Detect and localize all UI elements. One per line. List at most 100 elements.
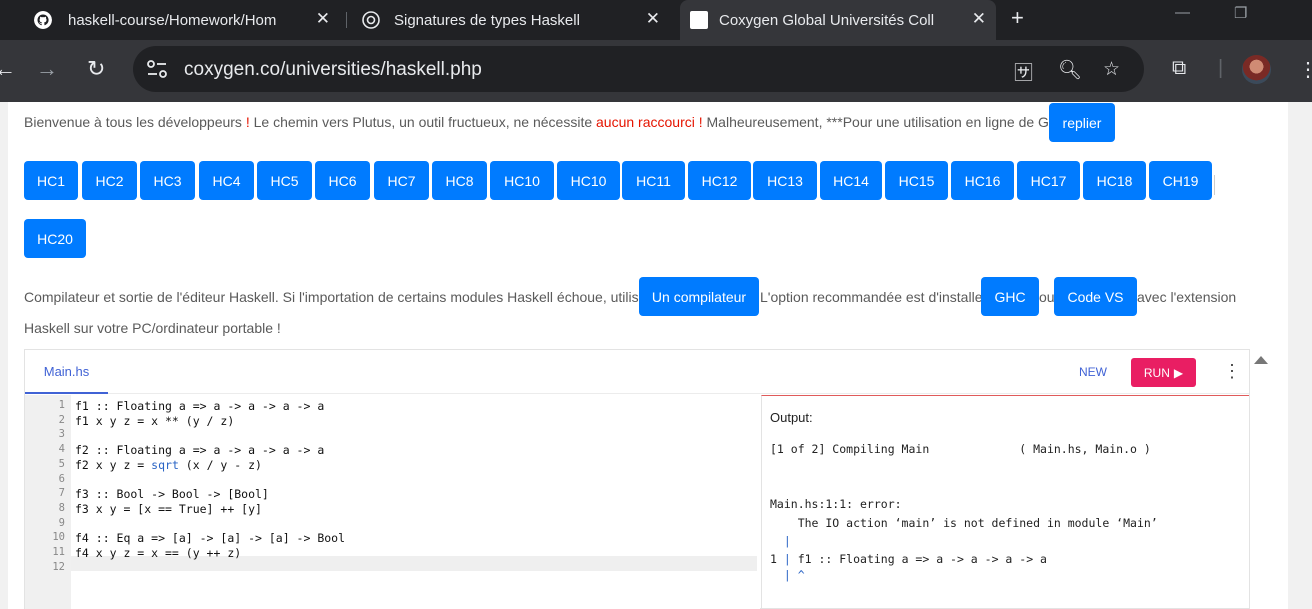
ghc-button[interactable]: GHC xyxy=(981,277,1039,316)
run-button[interactable]: RUN ▶ xyxy=(1131,358,1196,387)
line-number: 4 xyxy=(58,443,65,456)
line-number: 5 xyxy=(58,457,65,470)
intro-part3: Malheureusement, ***Pour une utilisation… xyxy=(702,114,1073,130)
line-number: 10 xyxy=(52,531,65,544)
line-number: 2 xyxy=(58,413,65,426)
scroll-up-arrow[interactable] xyxy=(1254,356,1268,364)
hc-button[interactable]: HC20 xyxy=(24,219,86,258)
new-button[interactable]: NEW xyxy=(1079,365,1107,379)
forward-icon[interactable]: → xyxy=(36,58,58,80)
hc-button[interactable]: CH19 xyxy=(1149,161,1212,200)
hc-button[interactable]: HC17 xyxy=(1017,161,1080,200)
browser-menu-icon[interactable]: ⋮ xyxy=(1298,57,1312,82)
avatar[interactable] xyxy=(1242,55,1271,84)
more-options-icon[interactable]: ⋮ xyxy=(1223,362,1241,380)
tab-chatgpt[interactable]: Signatures de types Haskell ✕ xyxy=(350,0,670,40)
play-icon: ▶ xyxy=(1173,365,1184,380)
browser-toolbar: ← → ↻ coxygen.co/universities/haskell.ph… xyxy=(0,40,1312,102)
tab-title: haskell-course/Homework/Hom xyxy=(68,11,277,29)
zoom-icon[interactable]: 🔍︎ xyxy=(1058,58,1082,82)
code-text: f4 x y z = x == (y ++ z) xyxy=(75,546,242,560)
hc-button[interactable]: HC16 xyxy=(951,161,1014,200)
hc-button[interactable]: HC7 xyxy=(374,161,429,200)
compiler-button[interactable]: Un compilateur xyxy=(639,277,759,316)
collapse-button[interactable]: replier xyxy=(1049,103,1115,142)
close-tab-icon[interactable]: ✕ xyxy=(646,9,660,29)
hc-button[interactable]: HC14 xyxy=(820,161,882,200)
line-number: 12 xyxy=(52,560,65,573)
compiler-info-text-4: avec l'extension xyxy=(1137,289,1236,305)
hc-button[interactable]: HC15 xyxy=(885,161,948,200)
maximize-icon[interactable]: ❐ xyxy=(1234,4,1247,22)
toolbar-divider: | xyxy=(1218,57,1224,79)
code-pane[interactable]: 1 f1 :: Floating a => a -> a -> a -> a 2 f1… xyxy=(25,395,760,609)
hc-button[interactable]: HC10 xyxy=(490,161,554,200)
hc-button[interactable]: HC12 xyxy=(688,161,751,200)
site-settings-icon[interactable] xyxy=(145,58,169,80)
tab-title: Coxygen Global Universités Coll xyxy=(719,11,935,29)
line-number: 7 xyxy=(58,487,65,500)
hc-button[interactable]: HC6 xyxy=(315,161,370,200)
code-text: f4 :: Eq a => [a] -> [a] -> [a] -> Bool xyxy=(75,531,346,546)
new-tab-button[interactable]: + xyxy=(1011,5,1024,31)
hc-button[interactable]: HC10 xyxy=(557,161,620,200)
editor-header: Main.hs NEW RUN ▶ ⋮ xyxy=(25,350,1249,394)
hc-button[interactable]: HC5 xyxy=(257,161,312,200)
output-caret-line: | ^ xyxy=(770,568,805,582)
output-pipe: | xyxy=(776,552,791,566)
code-text: f1 :: Floating a => a -> a -> a -> a xyxy=(75,399,325,413)
chatgpt-icon xyxy=(362,11,380,29)
hc-button[interactable]: HC4 xyxy=(199,161,254,200)
line-number: 6 xyxy=(58,472,65,485)
hc-button[interactable]: HC3 xyxy=(140,161,195,200)
compiler-info-line-2: Haskell sur votre PC/ordinateur portable… xyxy=(24,320,281,336)
intro-highlight: aucun raccourci ! xyxy=(596,114,703,130)
minimize-icon[interactable]: — xyxy=(1175,4,1190,21)
code-text: f3 :: Bool -> Bool -> [Bool] xyxy=(75,487,269,502)
page-viewport: Bienvenue à tous les développeurs ! Le c… xyxy=(0,102,1312,609)
output-source-code: f1 :: Floating a => a -> a -> a -> a xyxy=(790,552,1047,566)
output-pipe-line: | xyxy=(770,534,791,548)
translate-icon[interactable]: 🈂 xyxy=(1014,58,1033,85)
run-label: RUN xyxy=(1143,365,1170,380)
hc-button[interactable]: HC8 xyxy=(432,161,487,200)
button-divider xyxy=(1214,175,1215,195)
compiler-text-1: Compilateur et sortie de l'éditeur Haske… xyxy=(24,289,654,305)
hc-button[interactable]: HC11 xyxy=(622,161,685,200)
back-icon[interactable]: ← xyxy=(0,58,16,80)
bookmark-star-icon[interactable]: ☆ xyxy=(1103,58,1120,81)
tab-github[interactable]: haskell-course/Homework/Hom ✕ xyxy=(0,0,340,40)
compiler-info-text: Compilateur et sortie de l'éditeur Haske… xyxy=(24,289,653,305)
content-card: Bienvenue à tous les développeurs ! Le c… xyxy=(8,102,1288,609)
compiler-info-text-3: ou xyxy=(1039,289,1055,305)
hc-button[interactable]: HC1 xyxy=(24,161,78,200)
output-error-message: The IO action ‘main’ is not defined in m… xyxy=(770,516,1158,530)
close-tab-icon[interactable]: ✕ xyxy=(972,9,986,29)
intro-part2: Le chemin vers Plutus, un outil fructueu… xyxy=(249,114,597,130)
close-tab-icon[interactable]: ✕ xyxy=(316,9,330,29)
hc-button[interactable]: HC18 xyxy=(1083,161,1146,200)
vscode-button[interactable]: Code VS xyxy=(1054,277,1137,316)
code-text: f2 :: Floating a => a -> a -> a -> a xyxy=(75,443,325,458)
hc-button[interactable]: HC13 xyxy=(753,161,817,200)
file-tab-main[interactable]: Main.hs xyxy=(25,350,108,394)
address-bar[interactable]: coxygen.co/universities/haskell.php 🈂 🔍︎… xyxy=(133,46,1144,92)
output-error-line: Main.hs:1:1: error: xyxy=(770,497,902,511)
output-pane: Output: [1 of 2] Compiling Main ( Main.h… xyxy=(761,395,1249,609)
tab-coxygen[interactable]: Coxygen Global Universités Coll ✕ xyxy=(680,0,996,40)
tab-title: Signatures de types Haskell xyxy=(394,11,580,29)
compiler-text-3: ou xyxy=(1039,289,1055,305)
compiler-text-2: L'option recommandée est d'installer xyxy=(760,289,988,305)
reload-icon[interactable]: ↻ xyxy=(87,58,105,80)
url-text[interactable]: coxygen.co/universities/haskell.php xyxy=(184,59,482,81)
extensions-icon[interactable]: ⧉ xyxy=(1172,57,1186,80)
line-number: 8 xyxy=(58,501,65,514)
output-source-line-number: 1 xyxy=(770,552,777,566)
hc-button[interactable]: HC2 xyxy=(82,161,137,200)
line-number: 3 xyxy=(58,428,65,441)
output-compile-line: [1 of 2] Compiling Main ( Main.hs, Main.… xyxy=(770,442,1151,456)
compiler-info-text-2: L'option recommandée est d'installer xyxy=(760,289,987,305)
line-number: 11 xyxy=(52,546,65,558)
intro-part1: Bienvenue à tous les développeurs xyxy=(24,114,246,130)
browser-tab-bar: haskell-course/Homework/Hom ✕ Signatures… xyxy=(0,0,1312,40)
